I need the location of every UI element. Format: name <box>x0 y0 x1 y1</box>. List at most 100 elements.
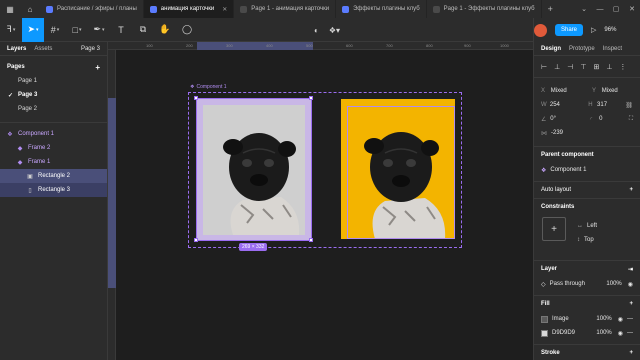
canvas[interactable]: ❖ Component 1 269 × 332 <box>116 50 533 360</box>
figma-menu-icon[interactable]: ▦ <box>0 0 20 18</box>
alignment-controls: ⊢ ⊥ ⊣ ⊤ ⊞ ⊥ ⋮ <box>534 56 640 78</box>
constrain-proportions-icon[interactable]: ⛓ <box>625 102 633 109</box>
tab-raspisanie[interactable]: Расписание / эфиры / планы <box>40 0 144 18</box>
avatar[interactable] <box>534 23 547 37</box>
tab-inspect[interactable]: Inspect <box>603 46 622 52</box>
comment-tool-icon[interactable]: ◯ <box>176 18 198 42</box>
new-tab-icon[interactable]: + <box>542 4 559 14</box>
browser-tab-bar: ▦ ⌂ Расписание / эфиры / планы анимация … <box>0 0 640 18</box>
text-tool-icon[interactable]: T <box>110 18 132 42</box>
constraints-widget[interactable]: + <box>542 217 566 241</box>
toolbar: ꟻ ▾ ➤ ▾ # ▾ □ ▾ ✒ ▾ T ⧉ ✋ ◯ ◐ ❖▾ Share ▷ 96% <box>0 17 640 42</box>
layer-rectangle-2[interactable]: ▣ Rectangle 2 <box>0 169 107 183</box>
tab-prototype[interactable]: Prototype <box>569 46 595 52</box>
resize-handle-tr[interactable] <box>309 96 313 100</box>
x-field[interactable]: Mixed <box>551 88 582 94</box>
chevron-down-icon[interactable]: ⌄ <box>576 5 592 13</box>
page-item-page3[interactable]: ✓ Page 3 <box>0 88 107 102</box>
radius-field[interactable]: 0 <box>599 116 629 122</box>
move-tool-icon[interactable]: ➤ ▾ <box>22 17 44 42</box>
clip-field[interactable]: -239 <box>551 130 583 136</box>
add-page-icon[interactable]: + <box>95 63 100 72</box>
resize-handle-tl[interactable] <box>194 96 198 100</box>
align-center-h-icon[interactable]: ⊥ <box>554 63 560 71</box>
tab-assets[interactable]: Assets <box>34 46 52 52</box>
align-bottom-icon[interactable]: ⊥ <box>606 63 612 71</box>
fill-row-image[interactable]: Image 100% ◉ — <box>534 312 640 326</box>
fill-heading: Fill <box>541 301 550 307</box>
horizontal-constraint-select[interactable]: Left <box>587 223 597 229</box>
left-panel: Layers Assets Page 3 Pages + Page 1 ✓ Pa… <box>0 42 108 360</box>
distribute-icon[interactable]: ⋮ <box>619 63 626 71</box>
zoom-level[interactable]: 96% <box>604 27 616 33</box>
visibility-icon[interactable]: ◉ <box>618 330 623 337</box>
add-auto-layout-icon[interactable]: + <box>629 187 633 193</box>
layer-frame-2[interactable]: ◆ Frame 2 <box>0 141 107 155</box>
add-fill-icon[interactable]: + <box>629 301 633 307</box>
height-field[interactable]: 317 <box>597 102 625 108</box>
pen-tool-icon[interactable]: ✒ ▾ <box>88 18 110 42</box>
resize-handle-bl[interactable] <box>194 238 198 242</box>
remove-fill-icon[interactable]: — <box>627 316 633 322</box>
page-selector[interactable]: Page 3 <box>81 46 100 52</box>
frame-1[interactable] <box>196 98 312 241</box>
component-label[interactable]: ❖ Component 1 <box>190 84 227 90</box>
vertical-constraint-select[interactable]: Top <box>584 237 594 243</box>
share-button[interactable]: Share <box>555 24 584 36</box>
close-window-icon[interactable]: ✕ <box>624 5 640 13</box>
minimize-icon[interactable]: — <box>592 6 608 13</box>
tab-layers[interactable]: Layers <box>7 46 26 52</box>
image-icon: ▣ <box>27 173 33 180</box>
close-tab-icon[interactable]: ✕ <box>222 6 227 13</box>
blend-mode-select[interactable]: Pass through <box>550 281 585 287</box>
hand-tool-icon[interactable]: ✋ <box>154 18 176 42</box>
component-icon: ❖ <box>190 84 195 90</box>
pug-grayscale-image <box>203 105 305 235</box>
align-top-icon[interactable]: ⊤ <box>580 63 586 71</box>
present-icon[interactable]: ▷ <box>591 26 596 34</box>
figma-file-icon <box>342 5 350 13</box>
home-icon[interactable]: ⌂ <box>20 0 40 18</box>
rectangle-2-image[interactable] <box>203 105 305 235</box>
visibility-icon[interactable]: ◉ <box>618 316 623 323</box>
resize-handle-br[interactable] <box>309 238 313 242</box>
parent-component-link[interactable]: ❖ Component 1 <box>534 163 640 177</box>
constraints-heading: Constraints <box>541 204 575 210</box>
maximize-icon[interactable]: ▢ <box>608 5 624 13</box>
image-swatch-icon[interactable] <box>541 315 548 323</box>
layer-component-1[interactable]: ❖ Component 1 <box>0 127 107 141</box>
rotation-field[interactable]: 0° <box>550 116 580 122</box>
tab-page1-animatsiya[interactable]: Page 1 - анимация карточки <box>234 0 337 18</box>
stroke-heading: Stroke <box>541 350 560 356</box>
page-item-page2[interactable]: Page 2 <box>0 102 107 116</box>
resources-icon[interactable]: ⧉ <box>132 18 154 42</box>
tab-animatsiya-kartochki[interactable]: анимация карточки ✕ <box>143 0 235 18</box>
rectangle-tool-icon[interactable]: □ ▾ <box>66 18 88 42</box>
frame-tool-icon[interactable]: # ▾ <box>44 18 66 42</box>
mask-icon[interactable]: ◐ <box>314 26 319 35</box>
page-item-page1[interactable]: Page 1 <box>0 74 107 88</box>
align-left-icon[interactable]: ⊢ <box>541 63 547 71</box>
visibility-icon[interactable]: ◉ <box>628 281 633 288</box>
layer-frame-1[interactable]: ◆ Frame 1 <box>0 155 107 169</box>
corner-radius-icon: ◜ <box>589 116 593 123</box>
independent-corners-icon[interactable]: ⛶ <box>629 116 633 123</box>
add-stroke-icon[interactable]: + <box>629 350 633 356</box>
component-options-icon[interactable]: ❖▾ <box>329 26 340 35</box>
component-icon: ◆ <box>17 145 23 152</box>
layer-rectangle-3[interactable]: ▯ Rectangle 3 <box>0 183 107 197</box>
align-middle-icon[interactable]: ⊞ <box>593 63 599 71</box>
remove-fill-icon[interactable]: — <box>627 330 633 336</box>
layer-opacity-field[interactable]: 100% <box>606 281 621 287</box>
main-menu-icon[interactable]: ꟻ ▾ <box>0 18 22 42</box>
check-icon: ✓ <box>8 92 14 99</box>
width-field[interactable]: 254 <box>550 102 578 108</box>
y-field[interactable]: Mixed <box>602 88 633 94</box>
fill-row-solid[interactable]: D9D9D9 100% ◉ — <box>534 326 640 340</box>
tab-effekty[interactable]: Эффекты плагины клуб <box>336 0 427 18</box>
tab-page1-effekty[interactable]: Page 1 - Эффекты плагины клуб <box>427 0 542 18</box>
color-swatch-icon[interactable] <box>541 329 548 337</box>
align-right-icon[interactable]: ⊣ <box>567 63 573 71</box>
tab-design[interactable]: Design <box>541 46 561 52</box>
layer-options-icon[interactable]: ⇥ <box>628 266 633 273</box>
